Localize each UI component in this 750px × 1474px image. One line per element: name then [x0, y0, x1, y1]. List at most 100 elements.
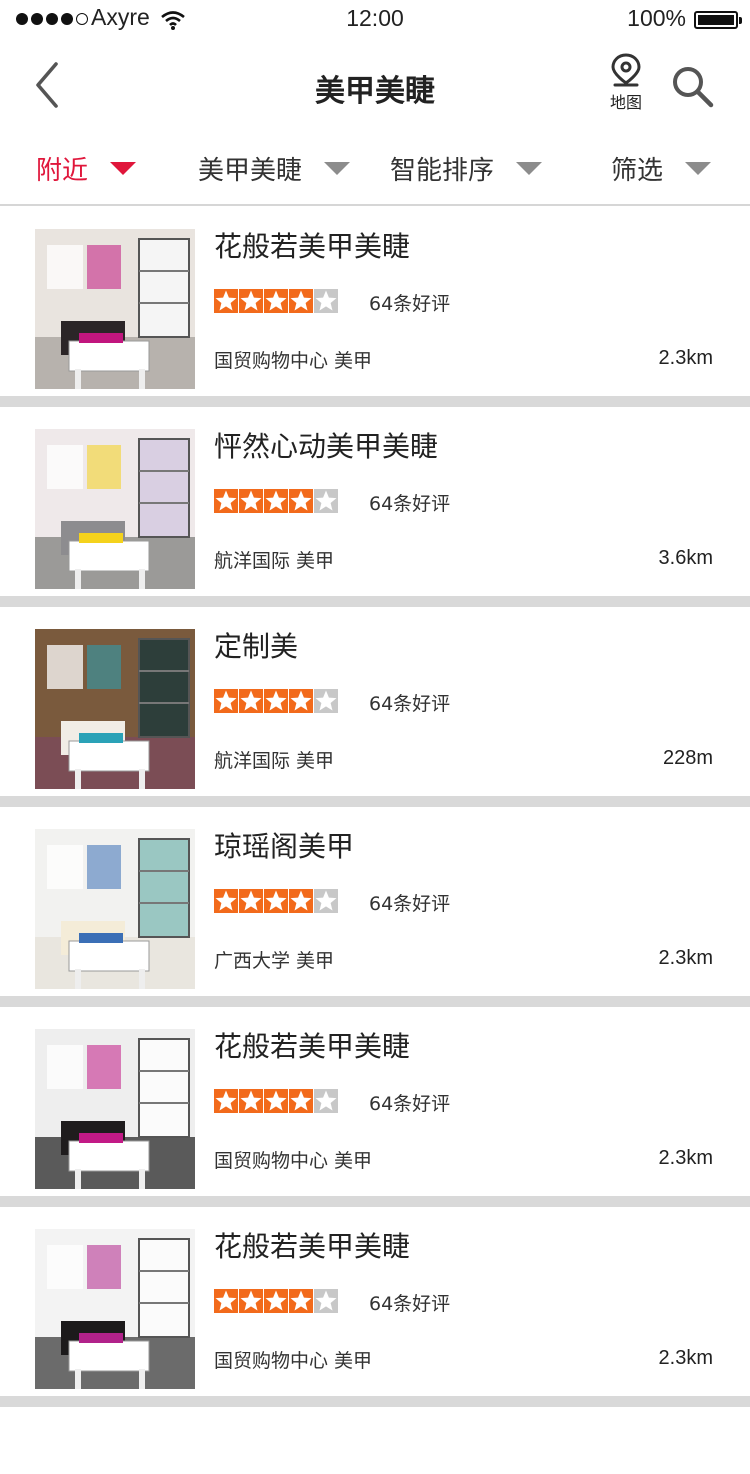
rating-stars: [214, 1289, 338, 1313]
star-empty-icon: [314, 489, 338, 513]
filter-category[interactable]: 美甲美睫: [198, 150, 351, 187]
star-filled-icon: [264, 289, 288, 313]
shop-photo: [35, 629, 195, 789]
star-filled-icon: [289, 1289, 313, 1313]
review-count: 64条好评: [369, 1093, 451, 1115]
star-filled-icon: [214, 489, 238, 513]
filter-bar: 附近 美甲美睫 智能排序 筛选: [0, 130, 750, 206]
star-filled-icon: [289, 289, 313, 313]
star-filled-icon: [264, 1289, 288, 1313]
dropdown-arrow-icon: [685, 162, 712, 175]
shop-photo: [35, 429, 195, 589]
filter-screen[interactable]: 筛选: [611, 150, 712, 187]
dropdown-arrow-icon: [516, 162, 543, 175]
map-button[interactable]: 地图: [600, 52, 652, 116]
filter-sort[interactable]: 智能排序: [390, 150, 543, 187]
shop-name: 花般若美甲美睫: [214, 1230, 411, 1263]
dropdown-arrow-icon: [324, 162, 351, 175]
shop-distance: 228m: [662, 747, 713, 769]
shop-list-item[interactable]: 怦然心动美甲美睫 64条好评 航洋国际 美甲 3.6km: [0, 407, 750, 607]
star-empty-icon: [314, 1089, 338, 1113]
star-empty-icon: [314, 1289, 338, 1313]
shop-name: 定制美: [214, 630, 299, 663]
star-filled-icon: [239, 689, 263, 713]
salon-photo-illustration: [35, 629, 195, 789]
shop-list-item[interactable]: 琼瑶阁美甲 64条好评 广西大学 美甲 2.3km: [0, 807, 750, 1007]
review-count: 64条好评: [369, 693, 451, 715]
salon-photo-illustration: [35, 1229, 195, 1389]
star-empty-icon: [314, 289, 338, 313]
shop-distance: 2.3km: [658, 347, 713, 369]
shop-list-item[interactable]: 花般若美甲美睫 64条好评 国贸购物中心 美甲 2.3km: [0, 1007, 750, 1207]
shop-name: 花般若美甲美睫: [214, 1030, 411, 1063]
star-filled-icon: [214, 889, 238, 913]
salon-photo-illustration: [35, 1029, 195, 1189]
shop-photo: [35, 229, 195, 389]
nav-bar: 美甲美睫 地图: [0, 40, 750, 130]
shop-name: 琼瑶阁美甲: [214, 830, 355, 863]
review-count: 64条好评: [369, 893, 451, 915]
rating-stars: [214, 489, 338, 513]
shop-area: 国贸购物中心 美甲: [214, 350, 373, 372]
shop-distance: 2.3km: [658, 1347, 713, 1369]
filter-label: 智能排序: [390, 156, 495, 186]
search-icon[interactable]: [668, 62, 716, 110]
status-bar: Axyre 12:00 100%: [0, 0, 750, 40]
filter-nearby[interactable]: 附近: [36, 150, 137, 187]
filter-label: 筛选: [611, 156, 664, 186]
shop-distance: 3.6km: [658, 547, 713, 569]
star-filled-icon: [239, 289, 263, 313]
shop-area: 国贸购物中心 美甲: [214, 1150, 373, 1172]
rating-stars: [214, 889, 338, 913]
salon-photo-illustration: [35, 229, 195, 389]
shop-list-item[interactable]: 定制美 64条好评 航洋国际 美甲 228m: [0, 607, 750, 807]
shop-distance: 2.3km: [658, 1147, 713, 1169]
shop-photo: [35, 1029, 195, 1189]
rating-stars: [214, 289, 338, 313]
map-label: 地图: [609, 93, 642, 112]
filter-label: 附近: [36, 156, 89, 186]
review-count: 64条好评: [369, 1293, 451, 1315]
star-filled-icon: [264, 889, 288, 913]
battery-icon: [694, 11, 742, 29]
star-filled-icon: [289, 889, 313, 913]
star-filled-icon: [239, 1089, 263, 1113]
rating-stars: [214, 1089, 338, 1113]
shop-area: 广西大学 美甲: [214, 950, 335, 972]
star-filled-icon: [239, 889, 263, 913]
salon-photo-illustration: [35, 829, 195, 989]
star-filled-icon: [264, 689, 288, 713]
battery-percent: 100%: [627, 5, 686, 31]
shop-name: 花般若美甲美睫: [214, 230, 411, 263]
star-filled-icon: [264, 489, 288, 513]
rating-stars: [214, 689, 338, 713]
star-filled-icon: [289, 489, 313, 513]
shop-list-item[interactable]: 花般若美甲美睫 64条好评 国贸购物中心 美甲 2.3km: [0, 1207, 750, 1407]
shop-list: 花般若美甲美睫 64条好评 国贸购物中心 美甲 2.3km 怦然心动美甲美睫 6…: [0, 207, 750, 1407]
filter-label: 美甲美睫: [198, 156, 303, 186]
shop-distance: 2.3km: [658, 947, 713, 969]
star-filled-icon: [239, 489, 263, 513]
shop-list-item[interactable]: 花般若美甲美睫 64条好评 国贸购物中心 美甲 2.3km: [0, 207, 750, 407]
shop-name: 怦然心动美甲美睫: [214, 430, 439, 463]
star-filled-icon: [214, 289, 238, 313]
star-filled-icon: [214, 689, 238, 713]
star-empty-icon: [314, 689, 338, 713]
star-filled-icon: [289, 689, 313, 713]
review-count: 64条好评: [369, 493, 451, 515]
salon-photo-illustration: [35, 429, 195, 589]
review-count: 64条好评: [369, 293, 451, 315]
star-filled-icon: [239, 1289, 263, 1313]
star-filled-icon: [289, 1089, 313, 1113]
map-pin-icon: [611, 53, 641, 87]
star-filled-icon: [214, 1289, 238, 1313]
star-empty-icon: [314, 889, 338, 913]
dropdown-arrow-icon: [110, 162, 137, 175]
star-filled-icon: [214, 1089, 238, 1113]
shop-area: 航洋国际 美甲: [214, 750, 335, 772]
star-filled-icon: [264, 1089, 288, 1113]
shop-photo: [35, 829, 195, 989]
shop-photo: [35, 1229, 195, 1389]
shop-area: 航洋国际 美甲: [214, 550, 335, 572]
battery-fill: [698, 15, 734, 25]
